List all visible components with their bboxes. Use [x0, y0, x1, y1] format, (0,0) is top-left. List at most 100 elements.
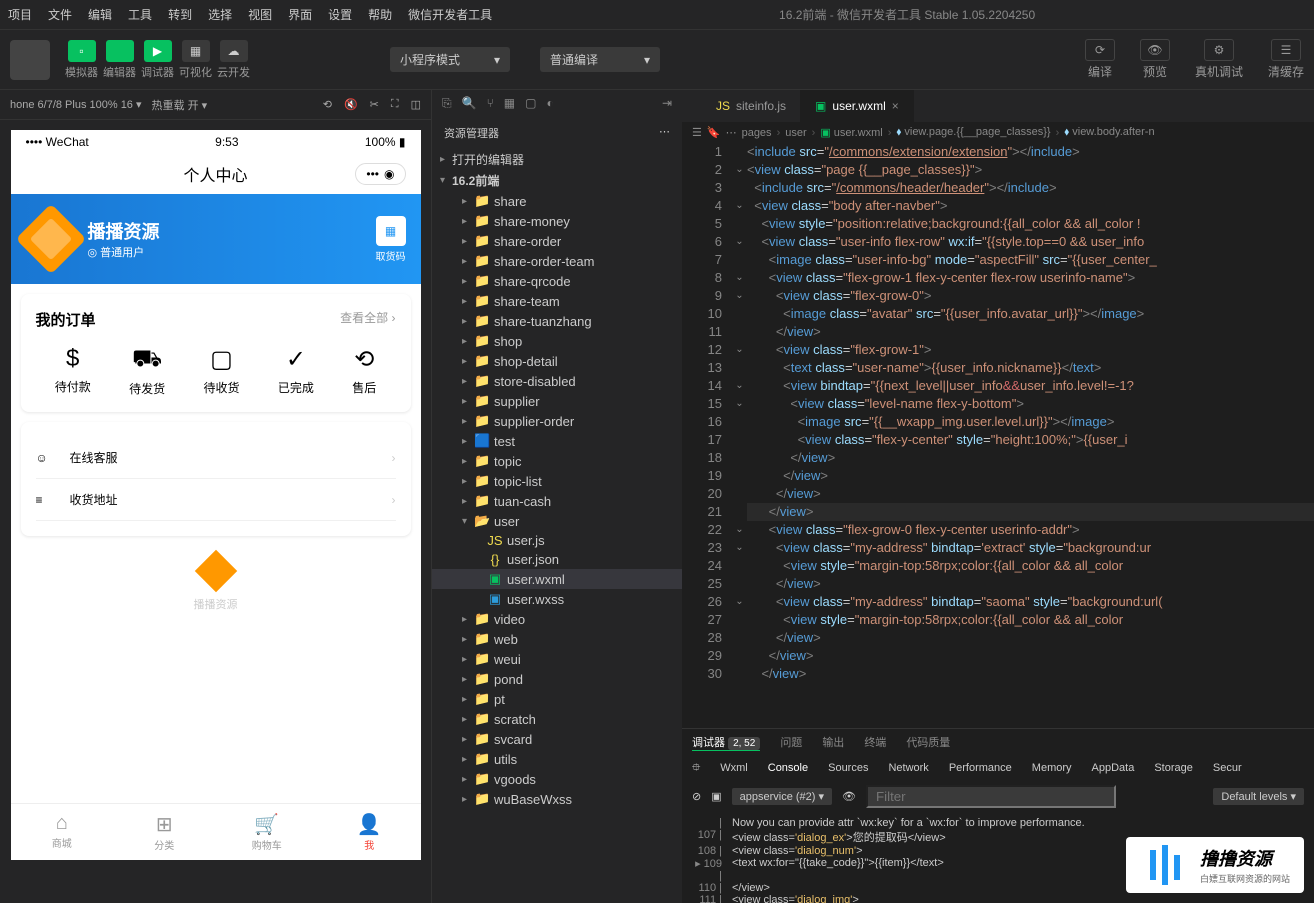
crumb-1[interactable]: user — [785, 127, 806, 139]
clear-icon[interactable]: ⊘ — [692, 790, 701, 803]
box-icon[interactable]: ▢ — [525, 96, 536, 111]
bptab-调试器[interactable]: 调试器 2, 52 — [692, 734, 760, 751]
tab-分类[interactable]: ⊞分类 — [113, 812, 216, 852]
tbr-编译[interactable]: ⟳编译 — [1085, 39, 1115, 80]
menu-项目[interactable]: 项目 — [0, 6, 40, 23]
target-icon[interactable]: ◉ — [384, 167, 394, 181]
expand-icon[interactable]: ⛶ — [391, 98, 399, 111]
folder-utils[interactable]: ▸📁utils — [432, 749, 682, 769]
folder-supplier-order[interactable]: ▸📁supplier-order — [432, 411, 682, 431]
folder-share-tuanzhang[interactable]: ▸📁share-tuanzhang — [432, 311, 682, 331]
rotate-icon[interactable]: ⟲ — [323, 98, 332, 111]
folder-pond[interactable]: ▸📁pond — [432, 669, 682, 689]
section-open-editors[interactable]: ▸打开的编辑器 — [432, 149, 682, 170]
view-all-link[interactable]: 查看全部 › — [340, 309, 395, 330]
folder-shop-detail[interactable]: ▸📁shop-detail — [432, 351, 682, 371]
menu-界面[interactable]: 界面 — [280, 6, 320, 23]
menu-转到[interactable]: 转到 — [160, 6, 200, 23]
code-editor[interactable]: 1234567891011121314151617181920212223242… — [682, 143, 1314, 728]
devtab-Secur[interactable]: Secur — [1213, 762, 1242, 774]
section-project[interactable]: ▾16.2前端 — [432, 170, 682, 191]
folder-wuBaseWxss[interactable]: ▸📁wuBaseWxss — [432, 789, 682, 809]
folder-shop[interactable]: ▸📁shop — [432, 331, 682, 351]
filter-input[interactable] — [866, 785, 1116, 808]
wx-icon[interactable]: ◐ — [546, 96, 553, 111]
menu-文件[interactable]: 文件 — [40, 6, 80, 23]
folder-scratch[interactable]: ▸📁scratch — [432, 709, 682, 729]
cut-icon[interactable]: ✂ — [370, 98, 379, 111]
etab-siteinfo.js[interactable]: JSsiteinfo.js — [702, 90, 801, 122]
bptab-输出[interactable]: 输出 — [822, 734, 844, 750]
folder-share-money[interactable]: ▸📁share-money — [432, 211, 682, 231]
order-待发货[interactable]: ⛟待发货 — [129, 345, 165, 397]
inspect-icon[interactable]: ⯐ — [692, 759, 700, 778]
menu-工具[interactable]: 工具 — [120, 6, 160, 23]
order-售后[interactable]: ⟲售后 — [352, 345, 376, 397]
folder-user[interactable]: ▾📂user — [432, 511, 682, 531]
folder-pt[interactable]: ▸📁pt — [432, 689, 682, 709]
copy-icon[interactable]: ⎘ — [442, 96, 452, 111]
folder-store-disabled[interactable]: ▸📁store-disabled — [432, 371, 682, 391]
menu-编辑[interactable]: 编辑 — [80, 6, 120, 23]
folder-share-order[interactable]: ▸📁share-order — [432, 231, 682, 251]
folder-topic-list[interactable]: ▸📁topic-list — [432, 471, 682, 491]
devtab-Wxml[interactable]: Wxml — [720, 762, 748, 774]
device-select[interactable]: hone 6/7/8 Plus 100% 16 ▾ — [10, 98, 142, 111]
devtab-Console[interactable]: Console — [768, 762, 808, 774]
folder-video[interactable]: ▸📁video — [432, 609, 682, 629]
folder-vgoods[interactable]: ▸📁vgoods — [432, 769, 682, 789]
devtab-Sources[interactable]: Sources — [828, 762, 868, 774]
order-待付款[interactable]: $待付款 — [55, 345, 91, 397]
file-user.json[interactable]: {}user.json — [432, 550, 682, 569]
context-select[interactable]: appservice (#2) ▾ — [732, 788, 832, 805]
tb-调试器[interactable]: ▶调试器 — [141, 40, 174, 80]
folder-share[interactable]: ▸📁share — [432, 191, 682, 211]
tb-编辑器[interactable]: 编辑器 — [103, 40, 136, 80]
order-待收货[interactable]: ▢待收货 — [203, 345, 239, 397]
more-icon[interactable]: ⋯ — [659, 125, 670, 141]
folder-tuan-cash[interactable]: ▸📁tuan-cash — [432, 491, 682, 511]
folder-svcard[interactable]: ▸📁svcard — [432, 729, 682, 749]
bookmark-icon[interactable]: 🔖 — [707, 126, 721, 139]
crumb-0[interactable]: pages — [742, 127, 772, 139]
menuitem-在线客服[interactable]: ☺在线客服› — [36, 437, 396, 479]
menu-视图[interactable]: 视图 — [240, 6, 280, 23]
folder-web[interactable]: ▸📁web — [432, 629, 682, 649]
bptab-问题[interactable]: 问题 — [780, 734, 802, 750]
bptab-终端[interactable]: 终端 — [864, 734, 886, 750]
devtab-Performance[interactable]: Performance — [949, 762, 1012, 774]
folder-share-team[interactable]: ▸📁share-team — [432, 291, 682, 311]
devtab-Storage[interactable]: Storage — [1154, 762, 1193, 774]
crumb-4[interactable]: ⬧ view.body.after-n — [1064, 126, 1154, 139]
top-icon[interactable]: ▣ — [711, 790, 721, 803]
menu-帮助[interactable]: 帮助 — [360, 6, 400, 23]
devtab-Network[interactable]: Network — [888, 762, 928, 774]
tb-模拟器[interactable]: ▫模拟器 — [65, 40, 98, 80]
menu-选择[interactable]: 选择 — [200, 6, 240, 23]
tbr-真机调试[interactable]: ⚙真机调试 — [1195, 39, 1243, 80]
nav-icon[interactable]: ☰ — [692, 126, 702, 139]
folder-share-qrcode[interactable]: ▸📁share-qrcode — [432, 271, 682, 291]
crumb-3[interactable]: ⬧ view.page.{{__page_classes}} — [896, 126, 1050, 139]
bptab-代码质量[interactable]: 代码质量 — [906, 734, 950, 750]
tbr-预览[interactable]: 👁预览 — [1140, 39, 1170, 80]
menuitem-收货地址[interactable]: ≡收货地址› — [36, 479, 396, 521]
menu-设置[interactable]: 设置 — [320, 6, 360, 23]
folder-topic[interactable]: ▸📁topic — [432, 451, 682, 471]
eye-icon[interactable]: 👁 — [842, 790, 856, 803]
tab-商城[interactable]: ⌂商城 — [11, 812, 114, 852]
tab-我[interactable]: 👤我 — [318, 812, 421, 852]
tbr-清缓存[interactable]: ☰清缓存 — [1268, 39, 1304, 80]
file-user.wxss[interactable]: ▣user.wxss — [432, 589, 682, 609]
devtab-Memory[interactable]: Memory — [1032, 762, 1072, 774]
crumb-2[interactable]: ▣ user.wxml — [820, 126, 882, 139]
levels-select[interactable]: Default levels ▾ — [1213, 788, 1304, 805]
file-user.js[interactable]: JSuser.js — [432, 531, 682, 550]
devtab-AppData[interactable]: AppData — [1092, 762, 1135, 774]
qr-icon[interactable]: ▦ — [376, 216, 406, 246]
tb-云开发[interactable]: ☁云开发 — [217, 40, 250, 80]
search-icon[interactable]: 🔍 — [462, 96, 477, 111]
mute-icon[interactable]: 🔇 — [344, 98, 358, 111]
tb-可视化[interactable]: ▦可视化 — [179, 40, 212, 80]
mode-select[interactable]: 小程序模式▾ — [390, 47, 510, 72]
